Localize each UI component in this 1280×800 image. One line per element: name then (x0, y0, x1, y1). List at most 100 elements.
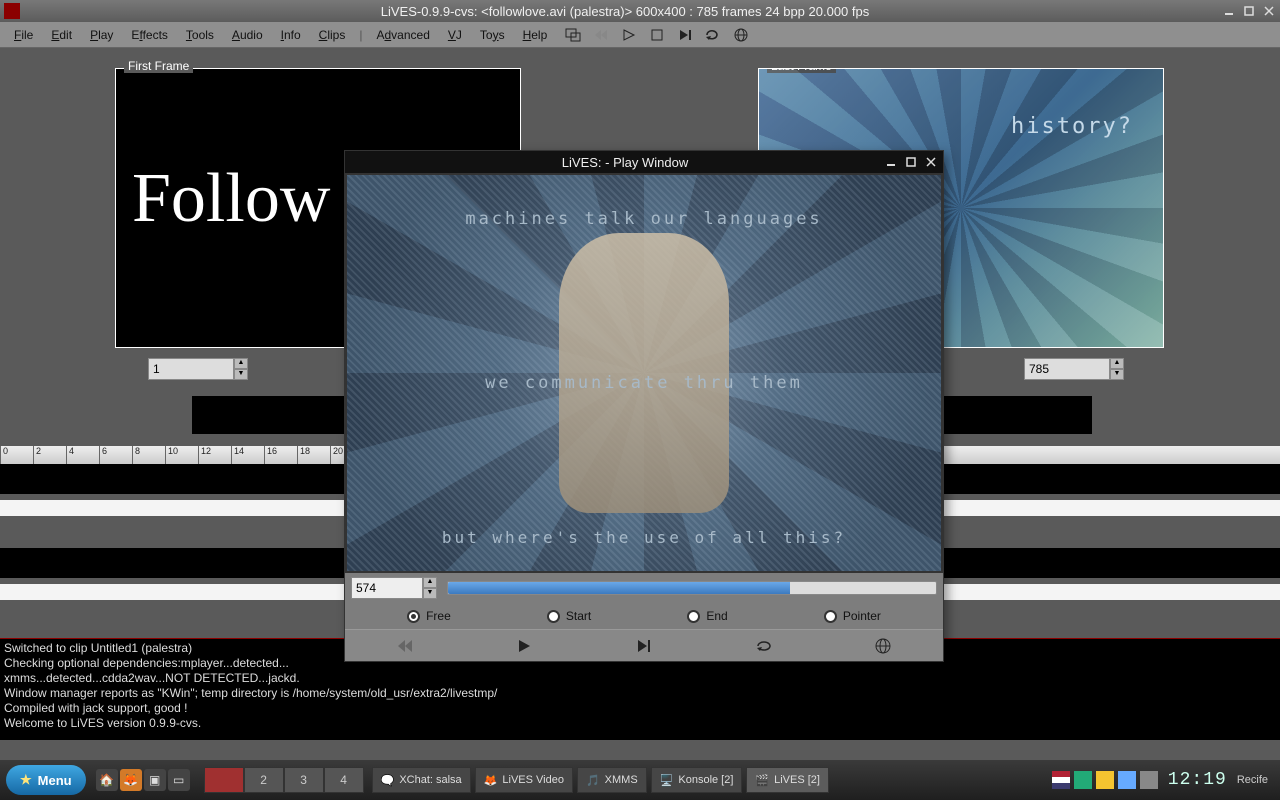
ql-show-desktop-icon[interactable]: ▭ (168, 769, 190, 791)
task-button[interactable]: 🎵 XMMS (577, 767, 647, 793)
rewind-icon[interactable] (591, 26, 611, 44)
menu-play[interactable]: Play (82, 25, 121, 45)
play-icon[interactable] (619, 26, 639, 44)
start-menu-button[interactable]: ★ Menu (6, 765, 86, 795)
ruler-tick: 18 (297, 446, 330, 464)
task-icon: 🎬 (755, 774, 769, 787)
close-button[interactable] (1262, 4, 1276, 18)
first-frame-input[interactable] (148, 358, 234, 380)
main-window-titlebar: LiVES-0.9.9-cvs: <followlove.avi (palest… (0, 0, 1280, 22)
pw-rewind-icon (388, 635, 422, 657)
menu-edit[interactable]: Edit (43, 25, 80, 45)
spin-down-icon[interactable]: ▼ (1110, 369, 1124, 380)
pager-4[interactable]: 4 (324, 767, 364, 793)
play-window: LiVES: - Play Window machines talk our l… (344, 150, 944, 662)
ql-home-icon[interactable]: 🏠 (96, 769, 118, 791)
pager-2[interactable]: 2 (244, 767, 284, 793)
pw-loop-icon[interactable] (747, 635, 781, 657)
first-frame-label: First Frame (124, 59, 193, 73)
menu-vj[interactable]: VJ (440, 25, 470, 45)
spin-up-icon[interactable]: ▲ (234, 358, 248, 369)
ruler-tick: 0 (0, 446, 33, 464)
stop-icon[interactable] (647, 26, 667, 44)
pw-skip-icon[interactable] (627, 635, 661, 657)
radio-pointer[interactable]: Pointer (824, 609, 881, 623)
tray-chat-icon[interactable] (1074, 771, 1092, 789)
task-button[interactable]: 🖥️Konsole [2] (651, 767, 743, 793)
system-tray (1052, 771, 1158, 789)
star-icon: ★ (20, 772, 32, 788)
console-line: Compiled with jack support, good ! (4, 701, 1276, 716)
ruler-tick: 14 (231, 446, 264, 464)
menu-effects[interactable]: Effects (123, 25, 175, 45)
first-frame-spinner[interactable]: ▲▼ (148, 358, 248, 380)
ruler-tick: 8 (132, 446, 165, 464)
play-close-button[interactable] (923, 154, 939, 170)
play-window-controls: ▲ ▼ (345, 573, 943, 603)
radio-start[interactable]: Start (547, 609, 591, 623)
menu-toys[interactable]: Toys (472, 25, 513, 45)
menu-clips[interactable]: Clips (311, 25, 354, 45)
globe-icon[interactable] (731, 26, 751, 44)
ruler-tick: 2 (33, 446, 66, 464)
play-window-toolbar (345, 629, 943, 661)
radio-end[interactable]: End (687, 609, 727, 623)
task-icon: 🖥️ (660, 774, 674, 787)
last-frame-spinner[interactable]: ▲▼ (1024, 358, 1124, 380)
task-label: LiVES [2] (774, 774, 820, 786)
radio-free[interactable]: Free (407, 609, 451, 623)
spin-up-icon[interactable]: ▲ (1110, 358, 1124, 369)
ruler-tick: 10 (165, 446, 198, 464)
current-frame-input[interactable] (351, 577, 423, 599)
last-frame-input[interactable] (1024, 358, 1110, 380)
task-label: LiVES Video (502, 774, 564, 786)
menu-audio[interactable]: Audio (224, 25, 271, 45)
loop-icon[interactable] (703, 26, 723, 44)
maximize-button[interactable] (1242, 4, 1256, 18)
desktop-pager: 2 3 4 (204, 767, 364, 793)
task-icon: 🦊 (484, 774, 498, 787)
current-frame-spinner[interactable]: ▲ ▼ (351, 577, 437, 599)
tray-xmms-icon[interactable] (1096, 771, 1114, 789)
overlay-text-2: we communicate thru them (347, 373, 941, 393)
tray-flag-icon[interactable] (1052, 771, 1070, 789)
task-label: XMMS (605, 774, 638, 786)
play-position-slider[interactable] (447, 581, 937, 595)
menu-advanced[interactable]: Advanced (368, 25, 437, 45)
ql-terminal-icon[interactable]: ▣ (144, 769, 166, 791)
play-maximize-button[interactable] (903, 154, 919, 170)
menu-help[interactable]: Help (515, 25, 556, 45)
spin-up-icon[interactable]: ▲ (423, 577, 437, 588)
menu-tools[interactable]: Tools (178, 25, 222, 45)
pw-play-icon[interactable] (507, 635, 541, 657)
pager-1[interactable] (204, 767, 244, 793)
separate-window-icon[interactable] (563, 26, 583, 44)
task-button[interactable]: 🦊 LiVES Video (475, 767, 573, 793)
task-button[interactable]: 🎬 LiVES [2] (746, 767, 829, 793)
pager-3[interactable]: 3 (284, 767, 324, 793)
overlay-text-3: but where's the use of all this? (347, 528, 941, 547)
taskbar-tasks: 🗨️XChat: salsa 🦊 LiVES Video 🎵 XMMS 🖥️Konsole… (372, 767, 1048, 793)
skip-end-icon[interactable] (675, 26, 695, 44)
play-window-title: LiVES: - Play Window (367, 155, 883, 170)
ql-firefox-icon[interactable]: 🦊 (120, 769, 142, 791)
spin-down-icon[interactable]: ▼ (423, 588, 437, 599)
tray-unknown-icon[interactable] (1140, 771, 1158, 789)
play-minimize-button[interactable] (883, 154, 899, 170)
task-icon: 🎵 (586, 774, 600, 787)
ruler-tick: 16 (264, 446, 297, 464)
minimize-button[interactable] (1222, 4, 1236, 18)
quick-launch: 🏠 🦊 ▣ ▭ (96, 769, 190, 791)
play-window-video: machines talk our languages we communica… (345, 173, 943, 573)
ruler-tick: 4 (66, 446, 99, 464)
taskbar-clock[interactable]: 12:19 (1168, 770, 1227, 790)
play-window-titlebar[interactable]: LiVES: - Play Window (345, 151, 943, 173)
pw-globe-icon[interactable] (866, 635, 900, 657)
taskbar: ★ Menu 🏠 🦊 ▣ ▭ 2 3 4 🗨️XChat: salsa 🦊 LiVE… (0, 760, 1280, 800)
spin-down-icon[interactable]: ▼ (234, 369, 248, 380)
tray-clipboard-icon[interactable] (1118, 771, 1136, 789)
menu-file[interactable]: File (6, 25, 41, 45)
task-button[interactable]: 🗨️XChat: salsa (372, 767, 471, 793)
task-icon: 🗨️ (381, 774, 395, 787)
menu-info[interactable]: Info (273, 25, 309, 45)
